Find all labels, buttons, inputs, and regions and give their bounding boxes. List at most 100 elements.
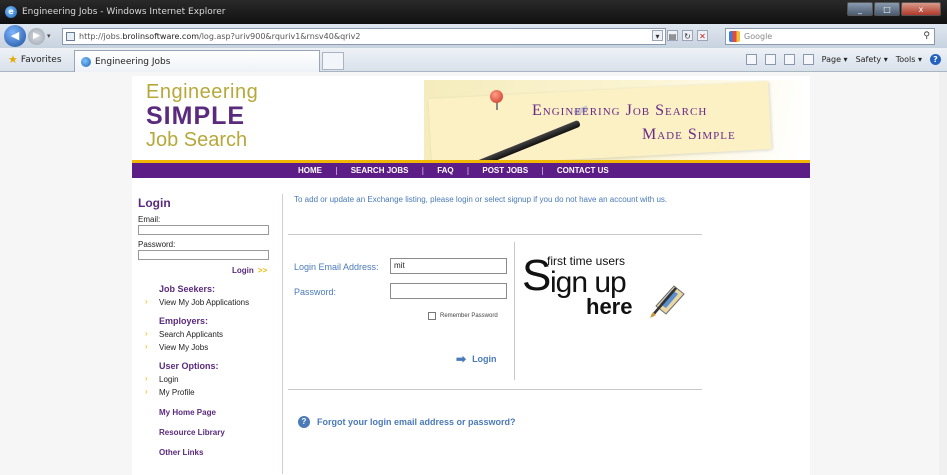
header-banner: Engineering Job Search Made Simple bbox=[424, 80, 802, 160]
login-email-label: Login Email Address: bbox=[294, 262, 379, 272]
tab-engineering-jobs[interactable]: Engineering Jobs bbox=[74, 50, 320, 72]
sidebar-item-label: Search Applicants bbox=[159, 330, 224, 339]
sidebar-email-input[interactable] bbox=[138, 225, 269, 235]
sidebar-item-label: My Profile bbox=[159, 388, 195, 397]
nav-faq[interactable]: FAQ bbox=[437, 166, 453, 175]
tools-menu[interactable]: Tools ▾ bbox=[896, 55, 922, 64]
url-host: brolinsoftware.com bbox=[122, 32, 200, 41]
form-divider bbox=[514, 242, 515, 380]
ie-logo-icon: e bbox=[5, 6, 17, 18]
employers-heading: Employers: bbox=[159, 316, 209, 326]
forgot-credentials-link[interactable]: ? Forgot your login email address or pas… bbox=[298, 416, 516, 428]
window-controls: _ □ x bbox=[847, 2, 941, 16]
login-button-label: Login bbox=[472, 354, 497, 364]
bullet-arrow-icon: › bbox=[145, 374, 148, 383]
nav-separator: | bbox=[466, 166, 470, 175]
site-logo[interactable]: Engineering SIMPLE Job Search bbox=[146, 82, 258, 150]
banner-line-1: Engineering Job Search bbox=[532, 102, 708, 119]
sidebar-item-label: View My Jobs bbox=[159, 343, 209, 352]
sidebar-login-link[interactable]: Login >> bbox=[232, 266, 278, 275]
tab-ie-icon bbox=[81, 56, 91, 67]
minimize-button[interactable]: _ bbox=[847, 2, 873, 16]
sidebar-login-label: Login bbox=[232, 266, 254, 275]
forward-button[interactable]: ▶ bbox=[28, 27, 45, 45]
favorites-label: Favorites bbox=[20, 54, 62, 65]
intro-text: To add or update an Exchange listing, pl… bbox=[294, 195, 668, 204]
sidebar-resource-library[interactable]: Resource Library bbox=[159, 428, 278, 437]
sidebar-item-login[interactable]: › Login bbox=[138, 374, 278, 384]
site-header: Engineering SIMPLE Job Search Engineerin… bbox=[132, 76, 810, 160]
sidebar-divider bbox=[282, 194, 283, 474]
nav-separator: | bbox=[335, 166, 338, 175]
sidebar-item-view-applications[interactable]: › View My Job Applications bbox=[138, 297, 278, 307]
favorites-button[interactable]: ★ Favorites bbox=[8, 53, 62, 66]
nav-home[interactable]: HOME bbox=[298, 166, 322, 175]
window-title: Engineering Jobs - Windows Internet Expl… bbox=[22, 7, 226, 17]
search-icon[interactable]: ⚲ bbox=[923, 29, 930, 44]
remember-password-label: Remember Password bbox=[440, 313, 498, 319]
url-path: /log.asp?uriv900&rquriv1&rnsv40&qriv2 bbox=[199, 32, 361, 41]
sidebar: Login Email: Password: Login >> Job Seeke… bbox=[138, 196, 278, 457]
safety-menu[interactable]: Safety ▾ bbox=[856, 55, 888, 64]
login-password-input[interactable] bbox=[390, 283, 507, 299]
home-icon[interactable] bbox=[745, 54, 757, 65]
bullet-arrow-icon: › bbox=[145, 297, 148, 306]
sidebar-email-label: Email: bbox=[138, 215, 161, 224]
search-placeholder: Google bbox=[744, 32, 773, 41]
address-actions: ▾ ▤ ↻ ✕ bbox=[652, 30, 708, 41]
sidebar-item-view-jobs[interactable]: › View My Jobs bbox=[138, 342, 278, 352]
nav-search-jobs[interactable]: SEARCH JOBS bbox=[351, 166, 409, 175]
back-button[interactable]: ◀ bbox=[4, 25, 26, 47]
login-email-input[interactable]: mit bbox=[390, 258, 507, 274]
address-input[interactable]: http://jobs.brolinsoftware.com/log.asp?u… bbox=[62, 28, 666, 45]
banner-line-2: Made Simple bbox=[642, 126, 736, 143]
close-window-button[interactable]: x bbox=[901, 2, 941, 16]
page-icon bbox=[66, 32, 75, 41]
print-icon[interactable] bbox=[802, 54, 814, 65]
forgot-label: Forgot your login email address or passw… bbox=[317, 417, 516, 427]
bullet-arrow-icon: › bbox=[145, 387, 148, 396]
sidebar-item-label: View My Job Applications bbox=[159, 298, 250, 307]
sidebar-item-search-applicants[interactable]: › Search Applicants bbox=[138, 329, 278, 339]
login-button[interactable]: ➡ Login bbox=[456, 352, 497, 366]
history-dropdown-icon[interactable]: ▾ bbox=[47, 32, 51, 40]
command-bar: Page ▾ Safety ▾ Tools ▾ ? bbox=[745, 54, 941, 65]
logo-line-2: SIMPLE bbox=[146, 102, 246, 130]
page-container: Engineering SIMPLE Job Search Engineerin… bbox=[132, 76, 810, 475]
login-password-label: Password: bbox=[294, 287, 337, 297]
signup-link[interactable]: S first time users ign up here bbox=[522, 252, 702, 330]
address-dropdown-icon[interactable]: ▾ bbox=[652, 30, 663, 41]
nav-post-jobs[interactable]: POST JOBS bbox=[482, 166, 528, 175]
search-input[interactable]: Google ⚲ bbox=[725, 28, 935, 45]
google-icon bbox=[729, 31, 740, 42]
tab-title: Engineering Jobs bbox=[95, 56, 171, 67]
main-nav: HOME | SEARCH JOBS | FAQ | POST JOBS | C… bbox=[132, 160, 810, 178]
arrow-right-icon: ➡ bbox=[456, 352, 467, 366]
sidebar-my-home-page[interactable]: My Home Page bbox=[159, 408, 278, 417]
content-divider-top bbox=[288, 234, 702, 235]
browser-viewport: Engineering SIMPLE Job Search Engineerin… bbox=[0, 72, 947, 475]
remember-password-checkbox[interactable] bbox=[428, 312, 436, 320]
sidebar-password-input[interactable] bbox=[138, 250, 269, 260]
compatibility-icon[interactable]: ▤ bbox=[667, 30, 678, 41]
user-options-heading: User Options: bbox=[159, 361, 219, 371]
bullet-arrow-icon: › bbox=[145, 329, 148, 338]
feeds-icon[interactable] bbox=[764, 54, 776, 65]
mail-icon[interactable] bbox=[783, 54, 795, 65]
vertical-scrollbar[interactable] bbox=[939, 72, 947, 475]
job-seekers-heading: Job Seekers: bbox=[159, 284, 216, 294]
maximize-button[interactable]: □ bbox=[874, 2, 900, 16]
page-menu[interactable]: Page ▾ bbox=[822, 55, 848, 64]
sidebar-other-links[interactable]: Other Links bbox=[159, 448, 278, 457]
stop-icon[interactable]: ✕ bbox=[697, 30, 708, 41]
pushpin-icon bbox=[490, 90, 503, 103]
favorites-bar: ★ Favorites Engineering Jobs Page ▾ Safe… bbox=[0, 48, 947, 72]
new-tab-button[interactable] bbox=[322, 52, 344, 70]
nav-contact-us[interactable]: CONTACT US bbox=[557, 166, 609, 175]
sidebar-item-my-profile[interactable]: › My Profile bbox=[138, 387, 278, 397]
address-bar-row: ◀ ▶ ▾ http://jobs.brolinsoftware.com/log… bbox=[0, 24, 947, 48]
help-icon[interactable]: ? bbox=[930, 54, 941, 65]
banner-paper bbox=[428, 81, 772, 160]
refresh-icon[interactable]: ↻ bbox=[682, 30, 693, 41]
double-arrow-icon: >> bbox=[257, 266, 268, 275]
